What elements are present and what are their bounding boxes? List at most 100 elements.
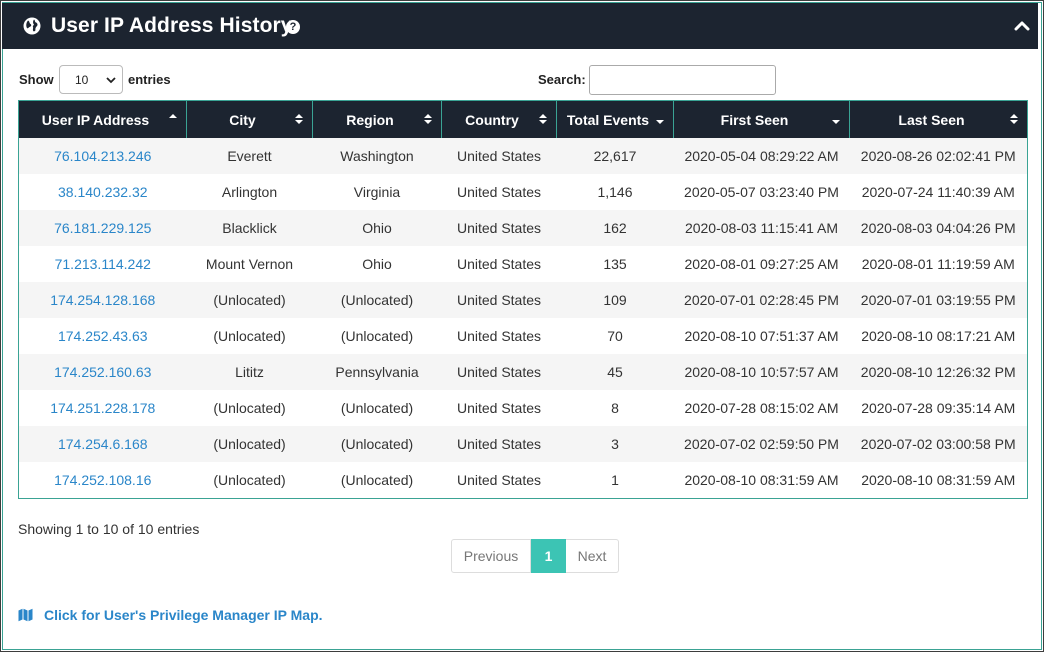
column-header-country[interactable]: Country: [441, 100, 557, 138]
cell-last: 2020-08-01 11:19:59 AM: [849, 246, 1028, 282]
cell-first: 2020-08-10 08:31:59 AM: [673, 462, 850, 499]
cell-events: 22,617: [556, 138, 674, 174]
ip-map-link-text: Click for User's Privilege Manager IP Ma…: [44, 607, 323, 623]
cell-events: 109: [556, 282, 674, 318]
cell-region: Washington: [312, 138, 442, 174]
ip-address-link[interactable]: 174.251.228.178: [18, 390, 187, 426]
globe-icon: [23, 17, 41, 35]
cell-country: United States: [441, 390, 557, 426]
chevron-up-icon[interactable]: [1014, 19, 1030, 33]
cell-city: Blacklick: [186, 210, 313, 246]
cell-country: United States: [441, 246, 557, 282]
sort-desc-icon: [832, 120, 840, 124]
column-header-region[interactable]: Region: [312, 100, 442, 138]
panel-title: User IP Address History: [51, 14, 293, 37]
cell-region: Ohio: [312, 210, 442, 246]
question-circle-icon[interactable]: ?: [286, 20, 300, 34]
cell-first: 2020-08-10 10:57:57 AM: [673, 354, 850, 390]
column-header-first-seen[interactable]: First Seen: [673, 100, 850, 138]
ip-address-link[interactable]: 174.252.160.63: [18, 354, 187, 390]
cell-first: 2020-05-04 08:29:22 AM: [673, 138, 850, 174]
table-row: 38.140.232.32 Arlington Virginia United Sta…: [18, 174, 1028, 210]
table-row: 76.104.213.246 Everett Washington United St…: [18, 138, 1028, 174]
cell-region: (Unlocated): [312, 462, 442, 499]
cell-country: United States: [441, 426, 557, 462]
cell-city: Everett: [186, 138, 313, 174]
cell-last: 2020-07-02 03:00:58 PM: [849, 426, 1028, 462]
cell-first: 2020-08-10 07:51:37 AM: [673, 318, 850, 354]
ip-address-link[interactable]: 174.254.128.168: [18, 282, 187, 318]
column-header-label: Last Seen: [898, 111, 965, 128]
ip-address-link[interactable]: 71.213.114.242: [18, 246, 187, 282]
ip-address-link[interactable]: 76.104.213.246: [18, 138, 187, 174]
column-header-total-events[interactable]: Total Events: [556, 100, 674, 138]
cell-first: 2020-08-03 11:15:41 AM: [673, 210, 850, 246]
cell-last: 2020-08-03 04:04:26 PM: [849, 210, 1028, 246]
sort-both-icon: [295, 114, 303, 124]
cell-last: 2020-08-26 02:02:41 PM: [849, 138, 1028, 174]
ip-address-link[interactable]: 174.252.43.63: [18, 318, 187, 354]
cell-country: United States: [441, 138, 557, 174]
cell-city: (Unlocated): [186, 390, 313, 426]
cell-last: 2020-07-24 11:40:39 AM: [849, 174, 1028, 210]
next-button[interactable]: Next: [566, 539, 619, 573]
cell-first: 2020-07-02 02:59:50 PM: [673, 426, 850, 462]
cell-events: 70: [556, 318, 674, 354]
ip-address-link[interactable]: 174.252.108.16: [18, 462, 187, 499]
ip-history-table: User IP Address City Region Country Tota…: [18, 100, 1028, 499]
table-row: 71.213.114.242 Mount Vernon Ohio United Sta…: [18, 246, 1028, 282]
cell-country: United States: [441, 318, 557, 354]
search-input[interactable]: [589, 65, 776, 95]
ip-address-link[interactable]: 76.181.229.125: [18, 210, 187, 246]
cell-city: (Unlocated): [186, 426, 313, 462]
chevron-down-icon: [106, 77, 116, 84]
cell-city: (Unlocated): [186, 318, 313, 354]
entries-select-value: 10: [75, 73, 89, 87]
table-header-row: User IP Address City Region Country Tota…: [18, 100, 1028, 138]
cell-region: Virginia: [312, 174, 442, 210]
cell-last: 2020-08-10 08:31:59 AM: [849, 462, 1028, 499]
search-label: Search:: [538, 72, 586, 87]
cell-events: 1,146: [556, 174, 674, 210]
table-row: 76.181.229.125 Blacklick Ohio United States…: [18, 210, 1028, 246]
column-header-city[interactable]: City: [186, 100, 313, 138]
sort-both-icon: [1010, 114, 1018, 124]
cell-country: United States: [441, 282, 557, 318]
map-icon: [18, 608, 33, 622]
table-body: 76.104.213.246 Everett Washington United St…: [18, 138, 1028, 499]
cell-events: 3: [556, 426, 674, 462]
previous-button[interactable]: Previous: [451, 539, 531, 573]
cell-first: 2020-05-07 03:23:40 PM: [673, 174, 850, 210]
cell-events: 1: [556, 462, 674, 499]
cell-region: (Unlocated): [312, 282, 442, 318]
column-header-label: Region: [346, 111, 394, 128]
column-header-label: First Seen: [720, 111, 789, 128]
cell-country: United States: [441, 462, 557, 499]
cell-city: Lititz: [186, 354, 313, 390]
entries-label: entries: [128, 72, 171, 87]
ip-address-link[interactable]: 174.254.6.168: [18, 426, 187, 462]
table-info: Showing 1 to 10 of 10 entries: [18, 521, 200, 537]
sort-both-icon: [424, 114, 432, 124]
ip-address-link[interactable]: 38.140.232.32: [18, 174, 187, 210]
table-row: 174.252.108.16 (Unlocated) (Unlocated) Unit…: [18, 462, 1028, 499]
cell-city: Mount Vernon: [186, 246, 313, 282]
table-row: 174.252.160.63 Lititz Pennsylvania United S…: [18, 354, 1028, 390]
sort-desc-icon: [656, 120, 664, 124]
cell-country: United States: [441, 354, 557, 390]
cell-events: 162: [556, 210, 674, 246]
cell-events: 135: [556, 246, 674, 282]
column-header-last-seen[interactable]: Last Seen: [849, 100, 1028, 138]
entries-select[interactable]: 10: [59, 65, 123, 94]
cell-first: 2020-07-01 02:28:45 PM: [673, 282, 850, 318]
page-1-button[interactable]: 1: [531, 539, 566, 573]
cell-first: 2020-08-01 09:27:25 AM: [673, 246, 850, 282]
cell-city: Arlington: [186, 174, 313, 210]
show-label: Show: [19, 72, 54, 87]
cell-city: (Unlocated): [186, 462, 313, 499]
cell-region: (Unlocated): [312, 426, 442, 462]
table-row: 174.254.128.168 (Unlocated) (Unlocated) Uni…: [18, 282, 1028, 318]
column-header-ip[interactable]: User IP Address: [18, 100, 187, 138]
table-row: 174.254.6.168 (Unlocated) (Unlocated) Unite…: [18, 426, 1028, 462]
cell-region: (Unlocated): [312, 318, 442, 354]
